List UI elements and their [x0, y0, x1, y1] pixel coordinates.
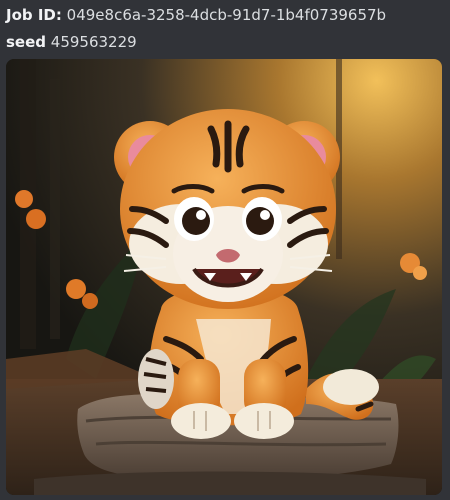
seed-label: seed [6, 33, 47, 51]
message-attachment: Job ID: 049e8c6a-3258-4dcb-91d7-1b4f0739… [0, 0, 450, 500]
job-id-line: Job ID: 049e8c6a-3258-4dcb-91d7-1b4f0739… [6, 6, 386, 24]
seed-value: 459563229 [50, 33, 137, 51]
generated-image[interactable] [6, 59, 442, 495]
job-id-label: Job ID: [6, 6, 62, 24]
seed-line: seed 459563229 [6, 33, 137, 51]
job-id-value: 049e8c6a-3258-4dcb-91d7-1b4f0739657b [66, 6, 387, 24]
tiger-cub-illustration [6, 59, 442, 495]
